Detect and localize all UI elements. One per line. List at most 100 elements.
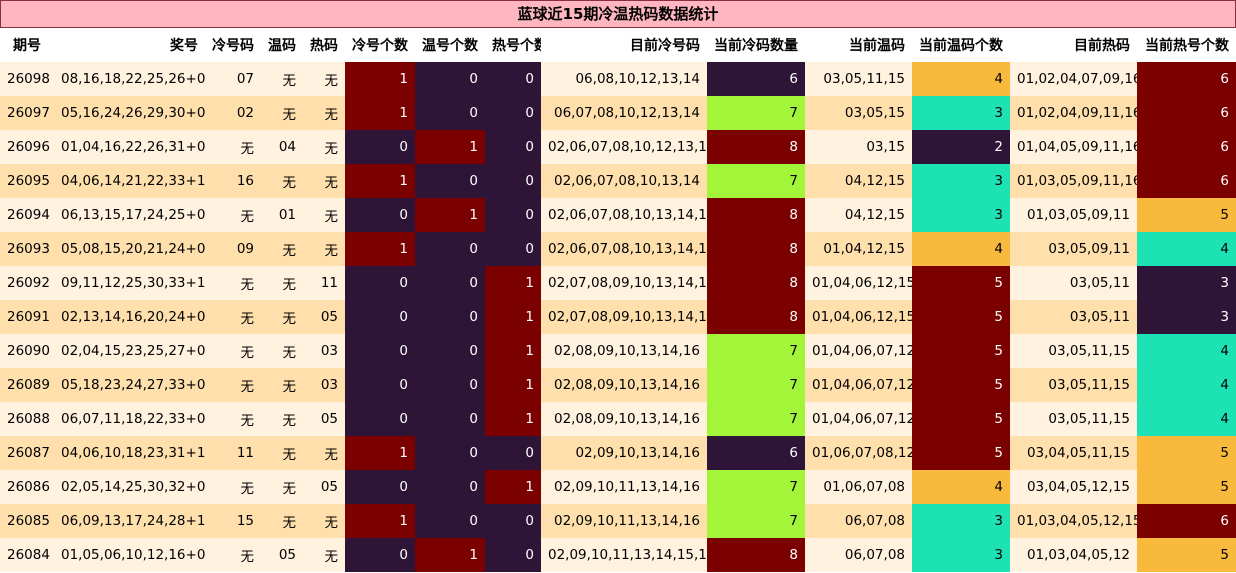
header-cold: 冷号码 <box>205 28 261 62</box>
cell-current-warm: 03,05,15 <box>805 96 912 130</box>
cell-cold: 无 <box>205 470 261 504</box>
cell-hot-count: 0 <box>485 198 541 232</box>
cell-cold-count: 1 <box>345 504 415 538</box>
cell-warm: 无 <box>261 300 303 334</box>
cell-hot-count: 0 <box>485 436 541 470</box>
table-title: 蓝球近15期冷温热码数据统计 <box>0 0 1236 28</box>
cell-cold: 09 <box>205 232 261 266</box>
cell-current-hot-count: 6 <box>1137 96 1236 130</box>
cell-current-warm: 01,04,06,12,15 <box>805 300 912 334</box>
cell-warm: 无 <box>261 470 303 504</box>
header-cold-count: 冷号个数 <box>345 28 415 62</box>
cell-current-cold-count: 7 <box>707 164 805 198</box>
cell-hot: 03 <box>303 368 345 402</box>
header-current-hot-count: 当前热号个数 <box>1137 28 1236 62</box>
cell-warm-count: 0 <box>415 96 485 130</box>
cell-warm: 04 <box>261 130 303 164</box>
cell-warm-count: 1 <box>415 130 485 164</box>
cell-current-cold: 02,08,09,10,13,14,16 <box>541 402 707 436</box>
cell-cold-count: 0 <box>345 402 415 436</box>
cell-hot: 05 <box>303 470 345 504</box>
cell-current-cold-count: 6 <box>707 436 805 470</box>
table-row: 26090 02,04,15,23,25,27+03 无无 03 0 0 1 02,08,09… <box>0 334 1236 368</box>
cell-current-cold: 02,07,08,09,10,13,14,16 <box>541 266 707 300</box>
cell-cold: 11 <box>205 436 261 470</box>
cell-current-warm: 04,12,15 <box>805 164 912 198</box>
cell-numbers: 06,09,13,17,24,28+15 <box>54 504 205 538</box>
cell-current-warm-count: 5 <box>912 402 1010 436</box>
cell-current-hot: 01,03,05,09,11,16 <box>1010 164 1137 198</box>
cell-warm-count: 1 <box>415 198 485 232</box>
cell-current-hot-count: 4 <box>1137 402 1236 436</box>
cell-warm-count: 0 <box>415 402 485 436</box>
cell-hot-count: 0 <box>485 62 541 96</box>
cell-current-cold-count: 7 <box>707 504 805 538</box>
cell-cold: 02 <box>205 96 261 130</box>
cell-current-cold: 02,06,07,08,10,13,14 <box>541 164 707 198</box>
header-hot-count: 热号个数 <box>485 28 541 62</box>
cell-warm: 无 <box>261 504 303 538</box>
cell-hot-count: 0 <box>485 232 541 266</box>
cell-current-hot: 01,04,05,09,11,16 <box>1010 130 1137 164</box>
cell-cold: 无 <box>205 538 261 572</box>
cell-current-hot-count: 6 <box>1137 504 1236 538</box>
table-row: 26098 08,16,18,22,25,26+07 07 无无 1 0 0 06,08,10… <box>0 62 1236 96</box>
cell-current-warm-count: 5 <box>912 300 1010 334</box>
cell-cold-count: 0 <box>345 368 415 402</box>
cell-current-warm-count: 3 <box>912 538 1010 572</box>
cell-current-hot: 01,02,04,07,09,16 <box>1010 62 1137 96</box>
cell-current-warm-count: 5 <box>912 436 1010 470</box>
cell-current-hot-count: 5 <box>1137 436 1236 470</box>
cell-hot: 03 <box>303 334 345 368</box>
cell-issue: 26098 <box>0 62 54 96</box>
cell-hot-count: 1 <box>485 470 541 504</box>
cell-current-hot: 01,03,05,09,11 <box>1010 198 1137 232</box>
cell-warm: 无 <box>261 232 303 266</box>
cell-current-cold-count: 8 <box>707 232 805 266</box>
cell-current-hot: 03,05,11 <box>1010 300 1137 334</box>
cell-current-hot-count: 6 <box>1137 62 1236 96</box>
cell-warm-count: 0 <box>415 504 485 538</box>
cell-current-cold: 02,09,10,11,13,14,16 <box>541 470 707 504</box>
table-row: 26095 04,06,14,21,22,33+16 16 无无 1 0 0 02,06,07… <box>0 164 1236 198</box>
cell-hot-count: 1 <box>485 368 541 402</box>
cell-cold-count: 0 <box>345 334 415 368</box>
cell-hot: 无 <box>303 436 345 470</box>
cell-numbers: 06,13,15,17,24,25+01 <box>54 198 205 232</box>
cell-current-hot-count: 5 <box>1137 538 1236 572</box>
cell-current-cold: 02,07,08,09,10,13,14,16 <box>541 300 707 334</box>
cell-warm: 无 <box>261 164 303 198</box>
cell-warm: 无 <box>261 266 303 300</box>
cell-current-warm-count: 4 <box>912 232 1010 266</box>
cell-numbers: 04,06,14,21,22,33+16 <box>54 164 205 198</box>
cell-numbers: 09,11,12,25,30,33+11 <box>54 266 205 300</box>
cell-current-hot: 01,02,04,09,11,16 <box>1010 96 1137 130</box>
cell-current-warm-count: 5 <box>912 266 1010 300</box>
cell-issue: 26091 <box>0 300 54 334</box>
cell-current-warm-count: 3 <box>912 96 1010 130</box>
table-row: 26096 01,04,16,22,26,31+04 无 04 无 0 1 0 02,06,07… <box>0 130 1236 164</box>
cell-warm: 无 <box>261 402 303 436</box>
cell-numbers: 04,06,10,18,23,31+11 <box>54 436 205 470</box>
cell-issue: 26090 <box>0 334 54 368</box>
cell-hot-count: 0 <box>485 96 541 130</box>
cell-cold-count: 1 <box>345 164 415 198</box>
cell-current-hot: 01,03,04,05,12 <box>1010 538 1137 572</box>
header-issue: 期号 <box>0 28 54 62</box>
cell-current-cold: 06,08,10,12,13,14 <box>541 62 707 96</box>
cell-current-cold-count: 7 <box>707 470 805 504</box>
cell-hot: 05 <box>303 300 345 334</box>
cell-current-hot: 01,03,04,05,12,15 <box>1010 504 1137 538</box>
table-row: 26092 09,11,12,25,30,33+11 无无 11 0 0 1 02,07,08… <box>0 266 1236 300</box>
cell-cold-count: 0 <box>345 538 415 572</box>
header-current-warm-count: 当前温码个数 <box>912 28 1010 62</box>
cell-current-warm-count: 3 <box>912 164 1010 198</box>
cell-current-cold: 02,08,09,10,13,14,16 <box>541 368 707 402</box>
cell-numbers: 05,16,24,26,29,30+02 <box>54 96 205 130</box>
cell-current-warm: 01,04,06,07,12 <box>805 368 912 402</box>
cell-cold: 07 <box>205 62 261 96</box>
cell-cold: 无 <box>205 266 261 300</box>
cell-cold-count: 1 <box>345 62 415 96</box>
cell-current-cold: 02,06,07,08,10,12,13,14 <box>541 130 707 164</box>
cell-cold: 无 <box>205 334 261 368</box>
